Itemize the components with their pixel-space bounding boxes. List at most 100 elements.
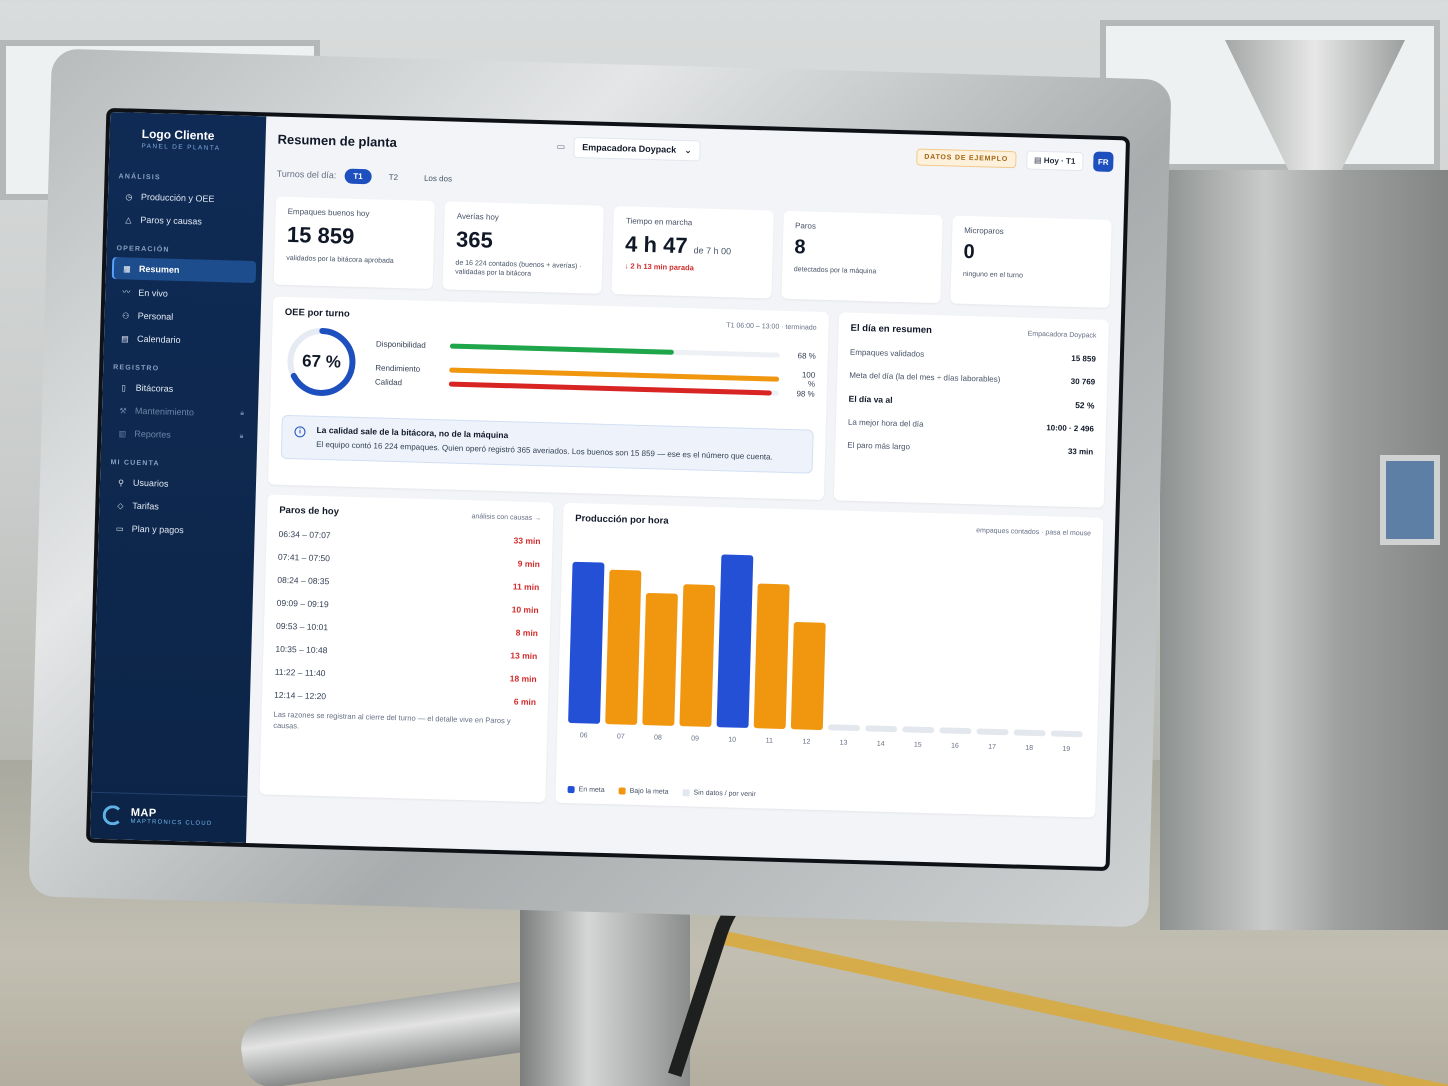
quality-info-box: i La calidad sale de la bitácora, no de …: [280, 414, 814, 474]
dashboard-app: Logo Cliente PANEL DE PLANTA ANÁLISIS ◷ Pr…: [90, 111, 1126, 868]
summary-row: El día va al 52 %: [848, 394, 1094, 411]
stop-row[interactable]: 09:09 – 09:19 10 min: [277, 598, 539, 615]
machine-picker: ▭ Empacadora Doypack ⌄: [556, 136, 702, 161]
legend-label: En meta: [578, 786, 605, 795]
stop-duration: 33 min: [513, 535, 541, 547]
brand-title: Logo Cliente: [141, 126, 215, 143]
kpi-stops: Paros 8 detectados por la máquina: [781, 210, 943, 304]
kpi-note: validados por la bitácora aprobada: [286, 254, 394, 265]
x-tick-label: 09: [691, 735, 699, 742]
chart-bar[interactable]: [865, 725, 898, 733]
sidebar-item-label: Usuarios: [132, 477, 169, 489]
x-tick-label: 18: [1025, 745, 1033, 752]
summary-value: 52 %: [1075, 400, 1095, 411]
stop-time-range: 11:22 – 11:40: [274, 666, 326, 679]
chart-bar[interactable]: [790, 622, 826, 731]
kpi-microstops: Microparos 0 ninguno en el turno: [950, 215, 1112, 308]
chart-bar[interactable]: [1013, 729, 1046, 737]
background-control-panel: [1380, 455, 1440, 545]
sidebar-item[interactable]: ▦ Resumen: [111, 257, 257, 284]
sidebar-item[interactable]: ⚒ Mantenimiento 🔒︎: [108, 399, 253, 425]
sidebar: Logo Cliente PANEL DE PLANTA ANÁLISIS ◷ Pr…: [90, 111, 267, 844]
machine-select-value: Empacadora Doypack: [582, 142, 677, 155]
main-content: Resumen de planta ▭ Empacadora Doypack ⌄…: [246, 116, 1126, 867]
metric-value: 100 %: [801, 370, 816, 389]
chart-bar[interactable]: [1050, 730, 1083, 738]
x-tick-label: 07: [617, 733, 625, 740]
sidebar-item[interactable]: ▯ Bitácoras: [108, 376, 253, 402]
stop-row[interactable]: 11:22 – 11:40 18 min: [275, 667, 537, 684]
card-icon: ▭: [115, 523, 124, 533]
stop-duration: 6 min: [513, 696, 537, 708]
stop-duration: 11 min: [512, 581, 540, 593]
shift-tab-t2[interactable]: T2: [379, 169, 407, 185]
sidebar-item[interactable]: ▭ Plan y pagos: [104, 517, 249, 543]
stop-row[interactable]: 09:53 – 10:01 8 min: [276, 621, 538, 638]
kpi-value-number: 4 h 47: [624, 231, 688, 259]
sidebar-item[interactable]: ◇ Tarifas: [105, 494, 250, 520]
stop-duration: 13 min: [510, 650, 538, 662]
sidebar-item-label: Paros y causas: [140, 214, 202, 227]
chart-bar[interactable]: [902, 726, 935, 734]
info-icon: i: [294, 426, 306, 438]
sidebar-item[interactable]: ▥ Reportes 🔒︎: [107, 422, 252, 448]
production-title: Producción por hora: [575, 513, 669, 527]
nav-section-title: OPERACIÓN: [116, 245, 170, 254]
monitor-screen: Logo Cliente PANEL DE PLANTA ANÁLISIS ◷ Pr…: [85, 107, 1131, 872]
machine-select[interactable]: Empacadora Doypack ⌄: [572, 136, 702, 161]
x-tick-label: 19: [1062, 746, 1070, 753]
kpi-label: Microparos: [964, 225, 1004, 236]
stop-row[interactable]: 07:41 – 07:50 9 min: [278, 552, 540, 569]
x-tick-label: 17: [988, 744, 996, 751]
stop-row[interactable]: 08:24 – 08:35 11 min: [277, 575, 539, 592]
stop-time-range: 07:41 – 07:50: [277, 551, 331, 564]
people-icon: ⚇: [121, 310, 130, 321]
kpi-value: 365: [455, 226, 494, 253]
chart-bar[interactable]: [679, 584, 716, 727]
sidebar-item[interactable]: ▤ Calendario: [110, 327, 255, 353]
sidebar-item[interactable]: ⚲ Usuarios: [106, 471, 251, 497]
metric-fill: [449, 343, 675, 355]
nav-section-title: MI CUENTA: [110, 459, 160, 468]
chart-bar[interactable]: [976, 728, 1009, 736]
brand-subtitle: PANEL DE PLANTA: [141, 142, 221, 153]
stop-duration: 10 min: [511, 604, 539, 616]
tag-icon: ◇: [117, 500, 124, 510]
stops-analysis-link[interactable]: análisis con causas →: [471, 513, 541, 522]
chart-bar[interactable]: [716, 554, 754, 728]
stop-row[interactable]: 12:14 – 12:20 6 min: [274, 690, 536, 707]
nav-section-title: ANÁLISIS: [118, 173, 161, 182]
monitor-icon: ▭: [556, 140, 566, 152]
chart-bar[interactable]: [753, 583, 790, 730]
shift-tab-both[interactable]: Los dos: [415, 170, 461, 186]
chart-bar[interactable]: [568, 561, 605, 724]
shift-tab-t1[interactable]: T1: [344, 168, 372, 184]
summary-label: Empaques validados: [849, 347, 925, 359]
user-avatar[interactable]: FR: [1093, 151, 1114, 172]
x-tick-label: 14: [877, 741, 885, 748]
chart-bar[interactable]: [642, 592, 678, 726]
summary-value: 15 859: [1071, 353, 1096, 364]
stop-time-range: 06:34 – 07:07: [278, 528, 331, 541]
sidebar-item-label: Plan y pagos: [131, 523, 184, 536]
date-shift-chip[interactable]: ▤ Hoy · T1: [1025, 150, 1084, 171]
oee-card: OEE por turno T1 06:00 – 13:00 · termina…: [268, 296, 830, 501]
kpi-label: Empaques buenos hoy: [287, 206, 370, 219]
lock-icon: 🔒︎: [239, 432, 244, 440]
sidebar-item[interactable]: ⚇ Personal: [110, 304, 255, 330]
chart-bar[interactable]: [605, 569, 642, 725]
chart-bar[interactable]: [828, 724, 860, 732]
logbook-icon: ▯: [121, 382, 126, 392]
metric-track: [449, 367, 780, 382]
sidebar-item[interactable]: 〰 En vivo: [111, 280, 256, 307]
legend-swatch: [618, 787, 626, 795]
sidebar-item[interactable]: △ Paros y causas: [113, 208, 258, 234]
metric-fill: [449, 367, 780, 382]
chart-bar[interactable]: [939, 727, 972, 735]
legend-swatch: [682, 789, 690, 797]
oee-summary-row: OEE por turno T1 06:00 – 13:00 · termina…: [268, 296, 1109, 508]
stop-row[interactable]: 10:35 – 10:48 13 min: [275, 644, 537, 661]
sidebar-item[interactable]: ◷ Producción y OEE: [114, 185, 259, 211]
stop-row[interactable]: 06:34 – 07:07 33 min: [278, 529, 540, 546]
kpi-note: detectados por la máquina: [793, 266, 877, 276]
